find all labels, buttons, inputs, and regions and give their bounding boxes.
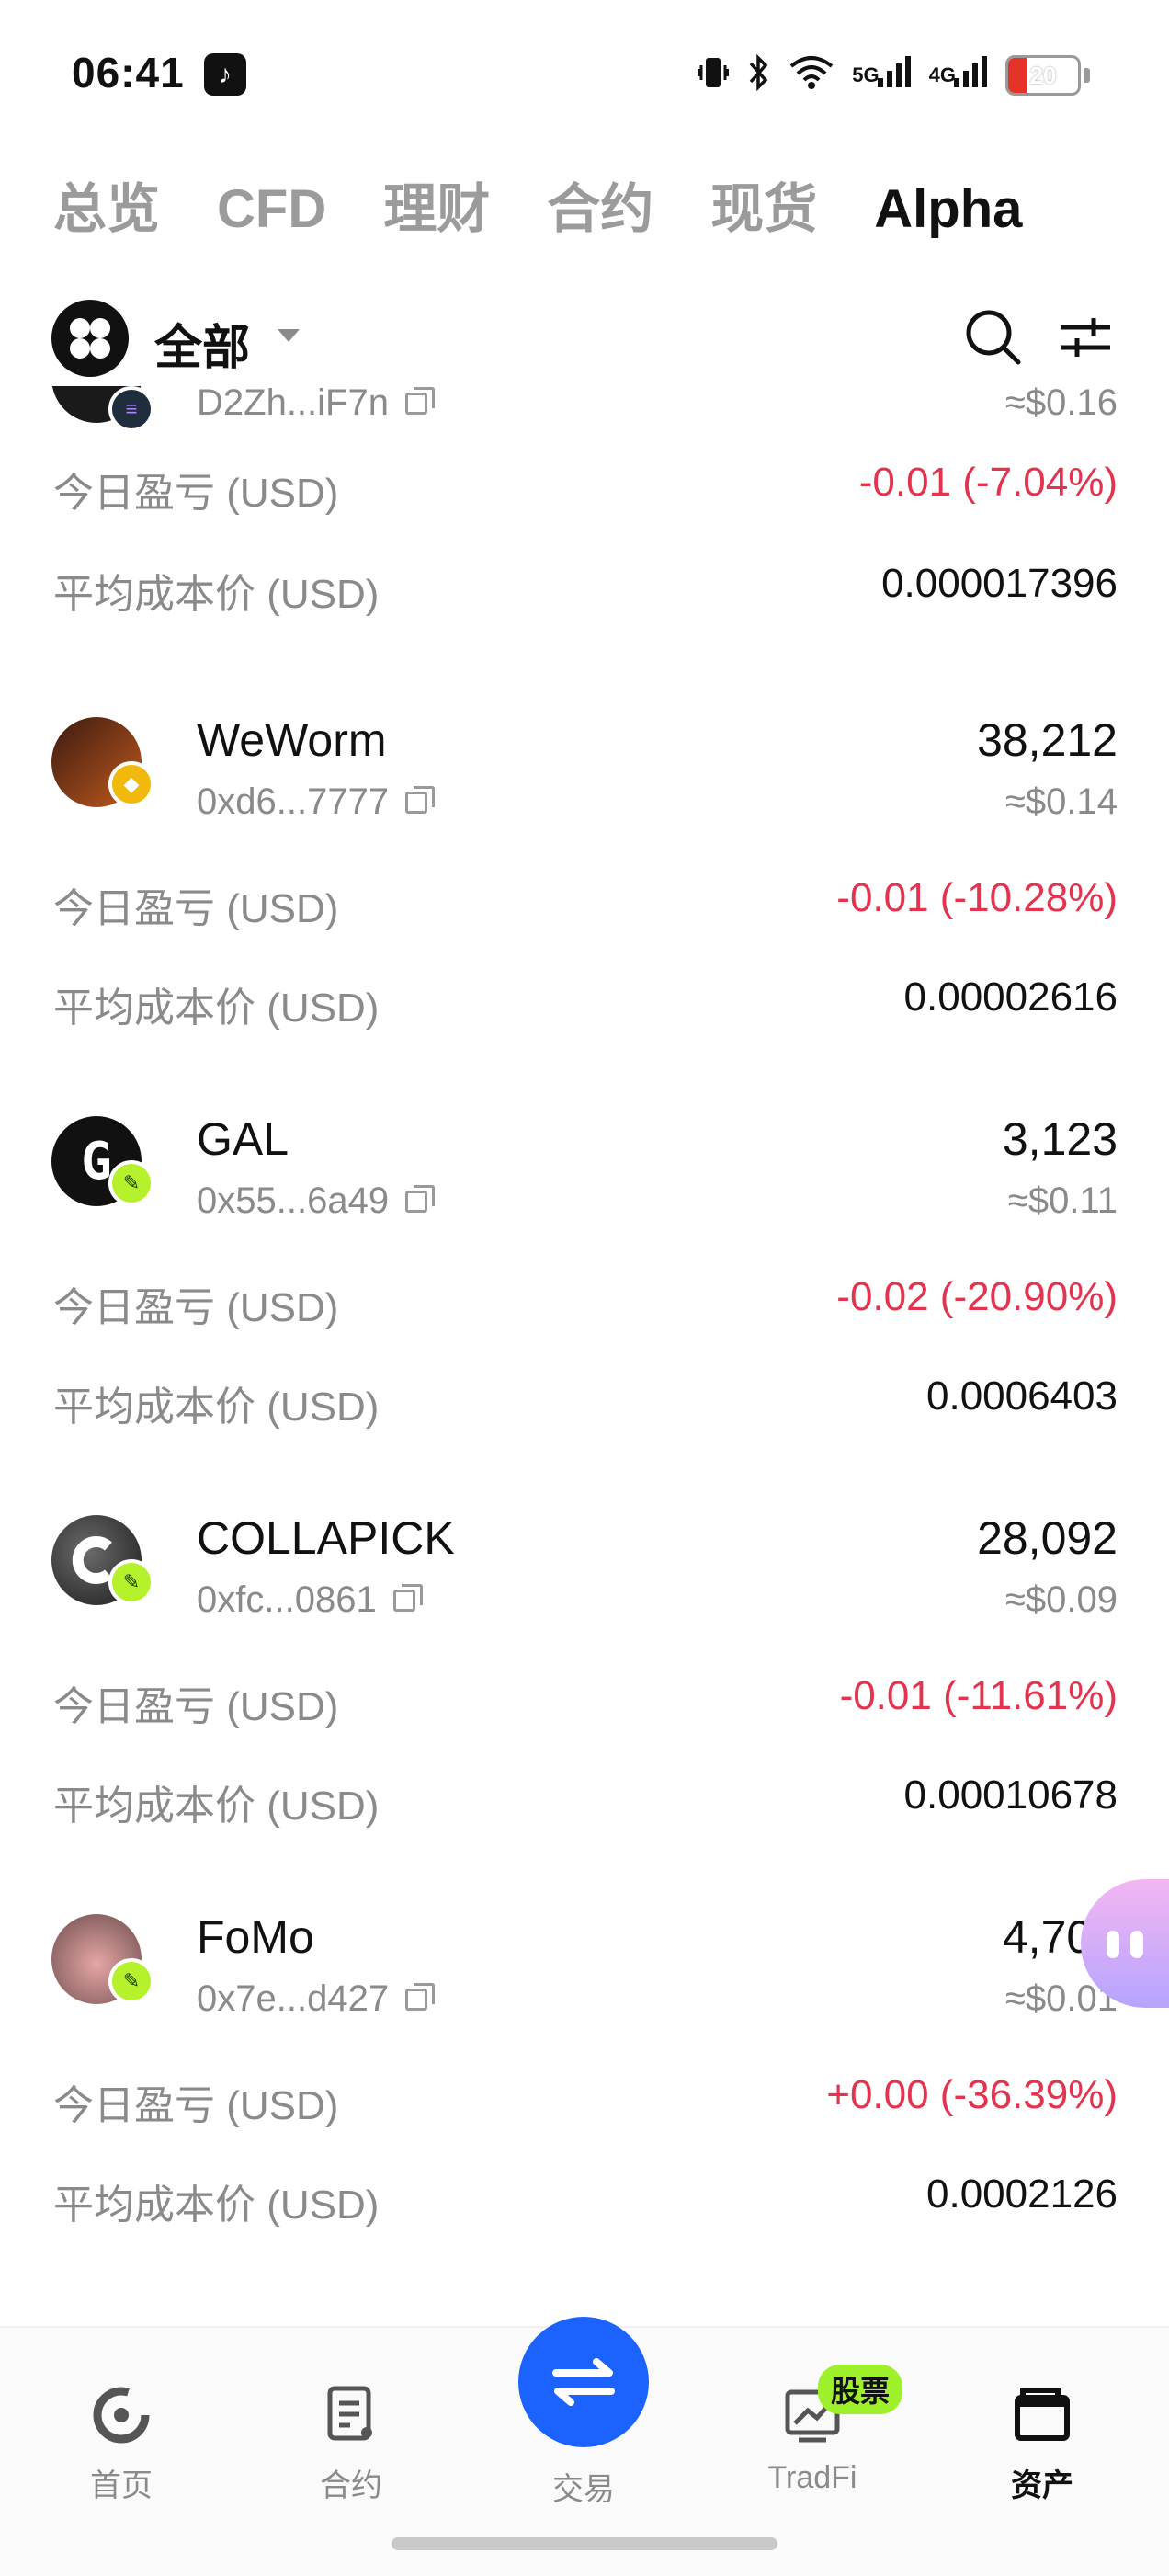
copy-icon[interactable] [405, 1982, 436, 2011]
avg-cost-label: 平均成本价 (USD) [53, 1784, 380, 1829]
token-address[interactable]: D2Zh...iF7n [197, 386, 435, 424]
pnl-label: 今日盈亏 (USD) [53, 2083, 339, 2128]
pnl-value: -0.01 (-7.04%) [858, 460, 1118, 505]
filter-row: 全部 [51, 296, 1118, 377]
copy-icon[interactable] [405, 785, 436, 814]
token-amount: 3,123 [1002, 1113, 1118, 1165]
token-amount: 38,212 [977, 714, 1118, 766]
token-name: COLLAPICK [197, 1512, 455, 1564]
status-indicators: 5G 4G 20 [697, 51, 1090, 99]
token-row[interactable]: G ✎ GAL 0x55...6a49 3,123 ≈$0.11 今日盈亏 (U… [0, 1113, 1169, 1502]
tab-earn[interactable]: 理财 [383, 165, 490, 243]
token-address-text: 0xfc...0861 [197, 1579, 377, 1620]
search-icon[interactable] [961, 305, 1026, 370]
token-name: GAL [197, 1113, 289, 1165]
copy-icon[interactable] [404, 386, 435, 415]
avg-cost-label: 平均成本价 (USD) [53, 986, 380, 1031]
nav-tradfi-label: TradFi [767, 2460, 857, 2495]
nav-trade-label[interactable]: 交易 [518, 2464, 649, 2509]
pnl-label: 今日盈亏 (USD) [53, 1684, 339, 1729]
signal-4g-icon: 4G [928, 56, 987, 87]
nav-contract[interactable]: 合约 [268, 2383, 434, 2530]
solana-chain-icon: ≡ [108, 386, 154, 432]
chain-filter-dropdown[interactable]: 全部 [154, 309, 250, 378]
tab-spot[interactable]: 现货 [710, 165, 817, 243]
wifi-icon [789, 55, 834, 96]
feather-chain-icon: ✎ [108, 1559, 154, 1605]
token-row[interactable]: ✎ COLLAPICK 0xfc...0861 28,092 ≈$0.09 今日… [0, 1512, 1169, 1901]
network-5g-label: 5G [852, 63, 880, 86]
token-usd-value: ≈$0.16 [1004, 386, 1118, 423]
nav-home[interactable]: 首页 [39, 2383, 204, 2530]
token-usd-value: ≈$0.11 [1007, 1180, 1118, 1221]
status-bar: 06:41 ♪ 5G 4G 20 [0, 0, 1169, 147]
token-address[interactable]: 0xfc...0861 [197, 1579, 423, 1621]
avg-cost-label: 平均成本价 (USD) [53, 1385, 380, 1430]
token-address-text: D2Zh...iF7n [197, 386, 389, 423]
token-address-text: 0x7e...d427 [197, 1978, 390, 2019]
chevron-down-icon[interactable] [278, 329, 300, 342]
tiktok-notification-icon: ♪ [204, 53, 246, 96]
token-name: WeWorm [197, 714, 387, 766]
svg-text:G: G [81, 1132, 112, 1191]
bnb-chain-icon: ◆ [108, 761, 154, 807]
tab-overview[interactable]: 总览 [53, 165, 160, 243]
swap-icon[interactable] [518, 2317, 649, 2447]
contract-icon [319, 2383, 383, 2447]
avg-cost-value: 0.000017396 [881, 561, 1118, 606]
signal-5g-icon: 5G [852, 56, 911, 87]
tab-futures[interactable]: 合约 [547, 165, 653, 243]
token-name: FoMo [197, 1911, 314, 1963]
token-amount: 28,092 [977, 1512, 1118, 1564]
copy-icon[interactable] [405, 1184, 436, 1213]
vibrate-icon [697, 54, 730, 97]
avg-cost-value: 0.00010678 [903, 1772, 1118, 1818]
status-time: 06:41 [72, 49, 185, 97]
token-address[interactable]: 0x7e...d427 [197, 1978, 436, 2020]
token-row[interactable]: ◆ WeWorm 0xd6...7777 38,212 ≈$0.14 今日盈亏 … [0, 714, 1169, 1103]
tab-alpha[interactable]: Alpha [874, 178, 1022, 240]
token-row[interactable]: ≡ D2Zh...iF7n ≈$0.16 今日盈亏 (USD) -0.01 (-… [0, 386, 1169, 617]
filter-settings-icon[interactable] [1053, 305, 1118, 370]
account-tabs: 总览 CFD 理财 合约 现货 Alpha [53, 165, 1022, 243]
feather-chain-icon: ✎ [108, 1958, 154, 2004]
token-address-text: 0xd6...7777 [197, 781, 390, 822]
token-address[interactable]: 0xd6...7777 [197, 781, 436, 823]
nav-contract-label: 合约 [320, 2468, 382, 2503]
pnl-value: -0.02 (-20.90%) [836, 1274, 1118, 1319]
token-row[interactable]: ✎ FoMo 0x7e...d427 4,701 ≈$0.01 今日盈亏 (US… [0, 1911, 1169, 2300]
pnl-label: 今日盈亏 (USD) [53, 886, 339, 931]
home-icon [89, 2383, 153, 2447]
token-list: ≡ D2Zh...iF7n ≈$0.16 今日盈亏 (USD) -0.01 (-… [0, 386, 1169, 2317]
all-chains-icon[interactable] [51, 300, 129, 377]
token-address-text: 0x55...6a49 [197, 1180, 390, 1221]
battery-icon: 20 [1005, 55, 1081, 96]
avg-cost-value: 0.0002126 [926, 2171, 1118, 2217]
avg-cost-label: 平均成本价 (USD) [53, 2183, 380, 2228]
feather-chain-icon: ✎ [108, 1160, 154, 1206]
avg-cost-label: 平均成本价 (USD) [53, 572, 380, 617]
pnl-value: -0.01 (-10.28%) [836, 875, 1118, 920]
token-address[interactable]: 0x55...6a49 [197, 1180, 436, 1222]
copy-icon[interactable] [392, 1583, 423, 1612]
battery-level: 20 [1029, 61, 1057, 89]
stocks-badge: 股票 [818, 2365, 903, 2414]
avg-cost-value: 0.00002616 [903, 975, 1118, 1020]
pnl-label: 今日盈亏 (USD) [53, 1285, 339, 1330]
network-4g-label: 4G [928, 63, 956, 86]
nav-home-label: 首页 [90, 2468, 153, 2503]
pnl-value: +0.00 (-36.39%) [826, 2072, 1118, 2117]
home-indicator[interactable] [392, 2537, 777, 2550]
wallet-icon [1010, 2383, 1074, 2447]
pnl-label: 今日盈亏 (USD) [53, 471, 339, 516]
nav-assets[interactable]: 资产 [959, 2383, 1125, 2530]
token-usd-value: ≈$0.09 [1004, 1579, 1118, 1620]
nav-assets-label: 资产 [1011, 2468, 1073, 2503]
pnl-value: -0.01 (-11.61%) [839, 1673, 1118, 1718]
bluetooth-icon [747, 53, 771, 97]
token-usd-value: ≈$0.14 [1004, 781, 1118, 822]
avg-cost-value: 0.0006403 [926, 1373, 1118, 1419]
tab-cfd[interactable]: CFD [217, 178, 326, 240]
